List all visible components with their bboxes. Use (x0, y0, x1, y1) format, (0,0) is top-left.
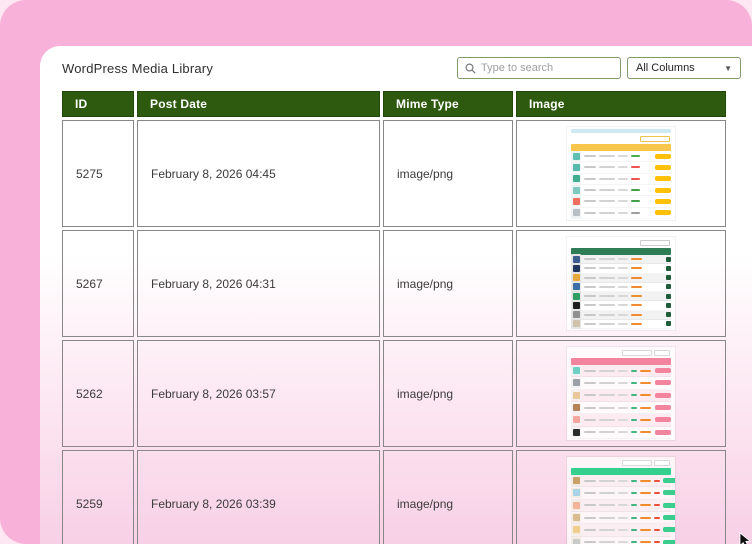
chevron-down-icon: ▼ (724, 63, 732, 73)
cell-id: 5275 (62, 120, 134, 227)
cell-image (516, 230, 726, 337)
card-header: WordPress Media Library All Columns ▼ (40, 46, 752, 88)
cell-id: 5259 (62, 450, 134, 544)
search-box[interactable] (457, 57, 621, 79)
cell-image (516, 340, 726, 447)
header-controls: All Columns ▼ (457, 57, 741, 79)
table-header-row: ID Post Date Mime Type Image (62, 91, 726, 117)
column-header-id[interactable]: ID (62, 91, 134, 117)
search-icon (465, 62, 476, 74)
cell-mime-type: image/png (383, 340, 513, 447)
cell-id: 5267 (62, 230, 134, 337)
media-thumbnail[interactable] (567, 237, 675, 330)
cell-post-date: February 8, 2026 04:45 (137, 120, 380, 227)
media-library-card: WordPress Media Library All Columns ▼ ID… (40, 46, 752, 544)
cell-image (516, 450, 726, 544)
table-row: 5275 February 8, 2026 04:45 image/png (62, 120, 726, 227)
column-header-post-date[interactable]: Post Date (137, 91, 380, 117)
column-header-image[interactable]: Image (516, 91, 726, 117)
media-thumbnail[interactable] (567, 347, 675, 440)
page-title: WordPress Media Library (62, 60, 214, 76)
media-table: ID Post Date Mime Type Image 5275 Februa… (59, 88, 729, 544)
media-thumbnail[interactable] (567, 127, 675, 220)
mouse-cursor (739, 532, 752, 544)
table-row: 5259 February 8, 2026 03:39 image/png (62, 450, 726, 544)
columns-dropdown-value: All Columns (636, 62, 695, 74)
cell-post-date: February 8, 2026 03:57 (137, 340, 380, 447)
column-header-mime-type[interactable]: Mime Type (383, 91, 513, 117)
media-thumbnail[interactable] (567, 457, 675, 544)
table-row: 5262 February 8, 2026 03:57 image/png (62, 340, 726, 447)
cell-image (516, 120, 726, 227)
cell-post-date: February 8, 2026 03:39 (137, 450, 380, 544)
search-input[interactable] (481, 62, 613, 74)
cell-mime-type: image/png (383, 450, 513, 544)
cell-mime-type: image/png (383, 120, 513, 227)
cell-id: 5262 (62, 340, 134, 447)
cell-mime-type: image/png (383, 230, 513, 337)
cell-post-date: February 8, 2026 04:31 (137, 230, 380, 337)
columns-dropdown[interactable]: All Columns ▼ (627, 57, 741, 79)
table-row: 5267 February 8, 2026 04:31 image/png (62, 230, 726, 337)
